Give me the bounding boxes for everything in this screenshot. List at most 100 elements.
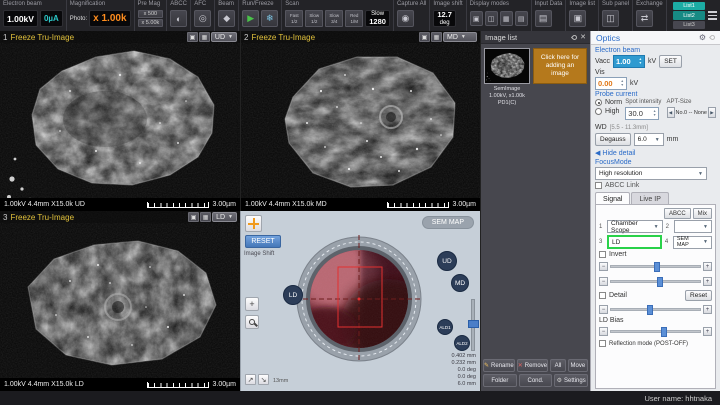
sub-panel-button[interactable]: ◫ [602, 10, 619, 27]
apt-next-button[interactable]: ▶ [708, 107, 716, 118]
vacc-readout[interactable]: 1.00kV [3, 10, 38, 27]
reset-button[interactable]: Reset [685, 290, 712, 301]
invert-checkbox[interactable] [599, 251, 606, 258]
minus-icon[interactable]: − [599, 305, 608, 314]
folder-button[interactable]: Folder [483, 374, 517, 387]
display-mode-list-button[interactable]: ▤ [515, 11, 528, 26]
plus-icon[interactable]: + [703, 277, 712, 286]
close-icon[interactable]: ✕ [580, 33, 586, 41]
map-collapse-button[interactable]: ↘ [258, 374, 269, 385]
detector-select-1[interactable]: UD ▼ [211, 32, 237, 42]
sem-map-viewport[interactable]: RESET Image Shift SEM MAP + ↗ ↘ UD MD LD… [240, 211, 480, 391]
input-data-button[interactable]: ▤ [535, 10, 552, 27]
map-reset-button[interactable]: RESET [245, 235, 281, 248]
freeze-button[interactable]: ❄ [261, 10, 278, 27]
magnification-readout[interactable]: x 1.00k [89, 10, 130, 27]
abcc-button[interactable]: ◐ [170, 10, 187, 27]
scan-rotation-readout[interactable]: 12.7deg [433, 10, 456, 27]
reflection-mode-checkbox[interactable] [599, 340, 606, 347]
wd-select[interactable]: 6.0 ▼ [634, 133, 664, 146]
abcc-mini-button[interactable]: ABCC [664, 208, 691, 219]
list3-button[interactable]: List3 [673, 21, 705, 30]
cond-button[interactable]: Cond. [519, 374, 553, 387]
scan-mode-readout[interactable]: Slow1280 [365, 10, 390, 27]
slider-track[interactable] [610, 280, 701, 283]
map-detector-ld-button[interactable]: LD [283, 285, 303, 305]
slider-thumb[interactable] [661, 327, 667, 337]
overlay-icon[interactable]: ▦ [431, 32, 442, 42]
all-button[interactable]: All [550, 359, 566, 372]
emission-current-readout[interactable]: 0µA [40, 10, 63, 27]
beam-button[interactable]: ◆ [218, 10, 235, 27]
plus-icon[interactable]: + [703, 262, 712, 271]
norm-radio[interactable] [595, 99, 602, 106]
viewport-1[interactable]: 1 Freeze Tru-Image ▣ ▦ UD ▼ 1.00kV 4.4mm… [0, 31, 240, 211]
spinner-icons[interactable]: ▲▼ [653, 110, 656, 117]
map-magnifier-button[interactable] [245, 315, 259, 329]
degauss-button[interactable]: Degauss [595, 133, 631, 146]
add-image-button[interactable]: Click here for adding an image [533, 48, 587, 84]
scan-speed-3-button[interactable]: Slow3/4 [325, 10, 343, 27]
detail-checkbox[interactable] [599, 292, 606, 299]
signal-2-select[interactable]: ▼ [674, 220, 712, 233]
map-detector-ald1-button[interactable]: ALD1 [437, 319, 453, 335]
hamburger-menu-icon[interactable] [708, 11, 717, 20]
plus-icon[interactable]: + [703, 305, 712, 314]
map-zoom-in-button[interactable]: + [245, 297, 259, 311]
run-button[interactable]: ▶ [242, 10, 259, 27]
map-zoom-slider[interactable] [471, 299, 475, 351]
detector-select-2[interactable]: MD ▼ [443, 32, 477, 42]
set-button[interactable]: SET [659, 55, 682, 68]
vacc-input[interactable]: 1.00 ▲▼ [613, 55, 645, 68]
slider-track[interactable] [610, 265, 701, 268]
image-list-item[interactable]: SemImage 1.00kV, x1.00k PD1(C) [484, 48, 530, 107]
map-detector-ald2-button[interactable]: ALD2 [454, 335, 470, 351]
settings-button[interactable]: ⚙Settings [554, 374, 588, 387]
pin-icon[interactable] [709, 34, 716, 41]
display-mode-quad-button[interactable]: ▦ [500, 11, 513, 26]
map-detector-md-button[interactable]: MD [451, 274, 469, 292]
slider-thumb[interactable] [468, 320, 479, 328]
capture-icon[interactable]: ▣ [188, 212, 199, 222]
apt-prev-button[interactable]: ◀ [667, 107, 675, 118]
pre-mag-x500-button[interactable]: x 500 [138, 10, 164, 18]
image-shift-tool-icon[interactable] [245, 215, 262, 232]
afc-button[interactable]: ◎ [194, 10, 211, 27]
scan-speed-4-button[interactable]: Red1/M [345, 10, 363, 27]
gear-icon[interactable]: ⚙ [699, 33, 706, 42]
capture-icon[interactable]: ▣ [419, 32, 430, 42]
image-list-button[interactable]: ▣ [569, 10, 586, 27]
slider-thumb[interactable] [657, 277, 663, 287]
focus-mode-select[interactable]: High resolution ▼ [595, 167, 707, 180]
list2-button[interactable]: List2 [673, 11, 705, 20]
slider-track[interactable] [610, 330, 701, 333]
sem-map-mode-pill[interactable]: SEM MAP [422, 216, 474, 229]
plus-icon[interactable]: + [703, 327, 712, 336]
minus-icon[interactable]: − [599, 327, 608, 336]
viewport-3[interactable]: 3 Freeze Tru-Image ▣ ▦ LD ▼ 1.00kV 4.4mm… [0, 211, 240, 391]
minus-icon[interactable]: − [599, 277, 608, 286]
viewport-2[interactable]: 2 Freeze Tru-Image ▣ ▦ MD ▼ 1.00kV 4.4mm… [240, 31, 480, 211]
spot-intensity-input[interactable]: 30.0 ▲▼ [625, 107, 659, 120]
signal-4-select[interactable]: SEM MAP ▼ [673, 236, 712, 249]
rename-button[interactable]: ✎Rename [483, 359, 515, 372]
map-expand-button[interactable]: ↗ [245, 374, 256, 385]
vis-input[interactable]: 0.00 ▲▼ [595, 77, 627, 90]
slider-thumb[interactable] [647, 305, 653, 315]
spinner-icons[interactable]: ▲▼ [639, 58, 642, 65]
hide-detail-link[interactable]: ◀ Hide detail [595, 149, 716, 157]
overlay-icon[interactable]: ▦ [200, 212, 211, 222]
pin-icon[interactable] [571, 33, 578, 40]
spinner-icons[interactable]: ▲▼ [621, 80, 624, 87]
slider-thumb[interactable] [654, 262, 660, 272]
exchange-button[interactable]: ⇄ [636, 10, 653, 27]
abcc-link-checkbox[interactable] [595, 182, 602, 189]
scan-speed-2-button[interactable]: Slow1/2 [305, 10, 323, 27]
list1-button[interactable]: List1 [673, 2, 705, 11]
scan-speed-1-button[interactable]: Fast1/2 [285, 10, 303, 27]
display-mode-single-button[interactable]: ▣ [470, 11, 483, 26]
overlay-icon[interactable]: ▦ [199, 32, 210, 42]
minus-icon[interactable]: − [599, 262, 608, 271]
detector-select-3[interactable]: LD ▼ [212, 212, 237, 222]
signal-1-select[interactable]: Chamber Scope ▼ [607, 220, 663, 233]
